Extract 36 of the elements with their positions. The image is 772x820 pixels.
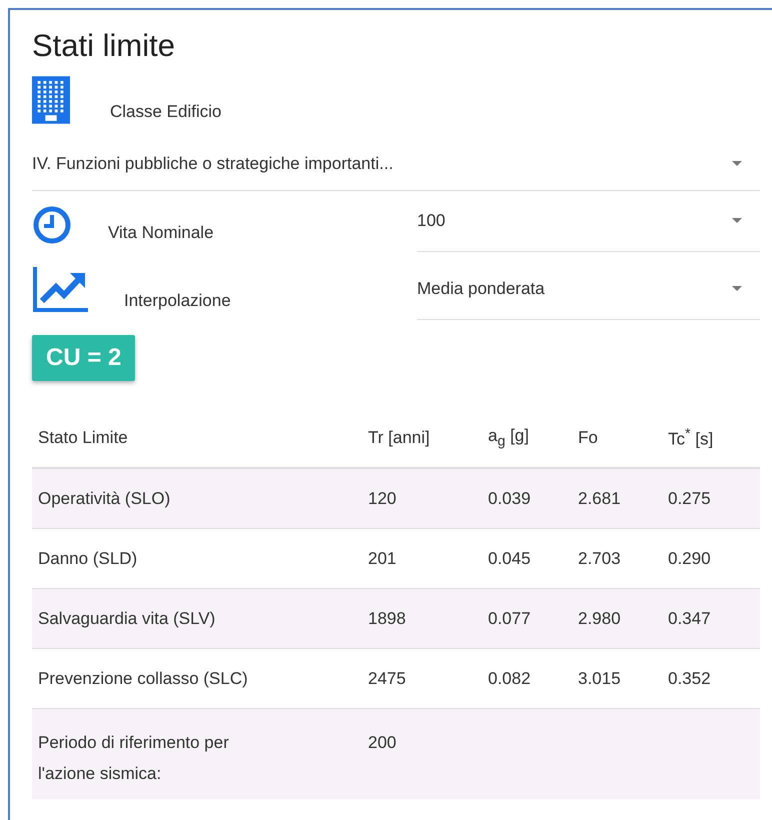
table-cell: 201 xyxy=(368,548,396,568)
table-cell: 120 xyxy=(368,488,396,508)
table-cell: 0.290 xyxy=(668,548,711,568)
table-cell: 0.077 xyxy=(488,608,531,628)
table-cell-text: Periodo di riferimento per l'azione sismica: xyxy=(38,732,230,785)
table-cell: 0.039 xyxy=(488,488,531,508)
field-label: Classe Edificio xyxy=(110,102,222,123)
table-cell: Prevenzione collasso (SLC) xyxy=(38,668,248,688)
field-label: Interpolazione xyxy=(124,291,231,312)
dropdown-select[interactable]: 100 xyxy=(417,191,760,252)
table-cell: Danno (SLD) xyxy=(38,548,138,568)
table-cell: 0.082 xyxy=(488,668,531,688)
table-cell: 0.347 xyxy=(668,608,711,628)
field-label: Vita Nominale xyxy=(108,223,214,244)
trend-icon xyxy=(32,265,88,313)
table-cell: 0.045 xyxy=(488,548,531,568)
table-cell: 3.015 xyxy=(578,668,621,688)
caret-icon xyxy=(732,161,742,167)
table-cell: 2.681 xyxy=(578,488,621,508)
dropdown-select[interactable]: IV. Funzioni pubbliche o strategiche importanti... xyxy=(32,138,760,191)
caret-icon xyxy=(732,218,742,224)
table-cell: 0.275 xyxy=(668,488,711,508)
caret-icon xyxy=(732,286,742,292)
page-title: Stati limite xyxy=(32,28,176,64)
table-cell: 2475 xyxy=(368,668,406,688)
table-cell: 200 xyxy=(368,733,396,752)
table-cell: 1898 xyxy=(368,608,406,628)
table-cell: 0.352 xyxy=(668,668,711,688)
clock-icon xyxy=(32,205,72,245)
table-cell: 2.980 xyxy=(578,608,621,628)
table-cell: 2.703 xyxy=(578,548,621,568)
cu-badge: CU = 2 xyxy=(32,335,136,381)
dropdown-select[interactable]: Media ponderata xyxy=(417,259,760,320)
table-cell: Salvaguardia vita (SLV) xyxy=(38,608,216,628)
table-cell: Operatività (SLO) xyxy=(38,488,170,508)
building-icon xyxy=(32,76,70,124)
